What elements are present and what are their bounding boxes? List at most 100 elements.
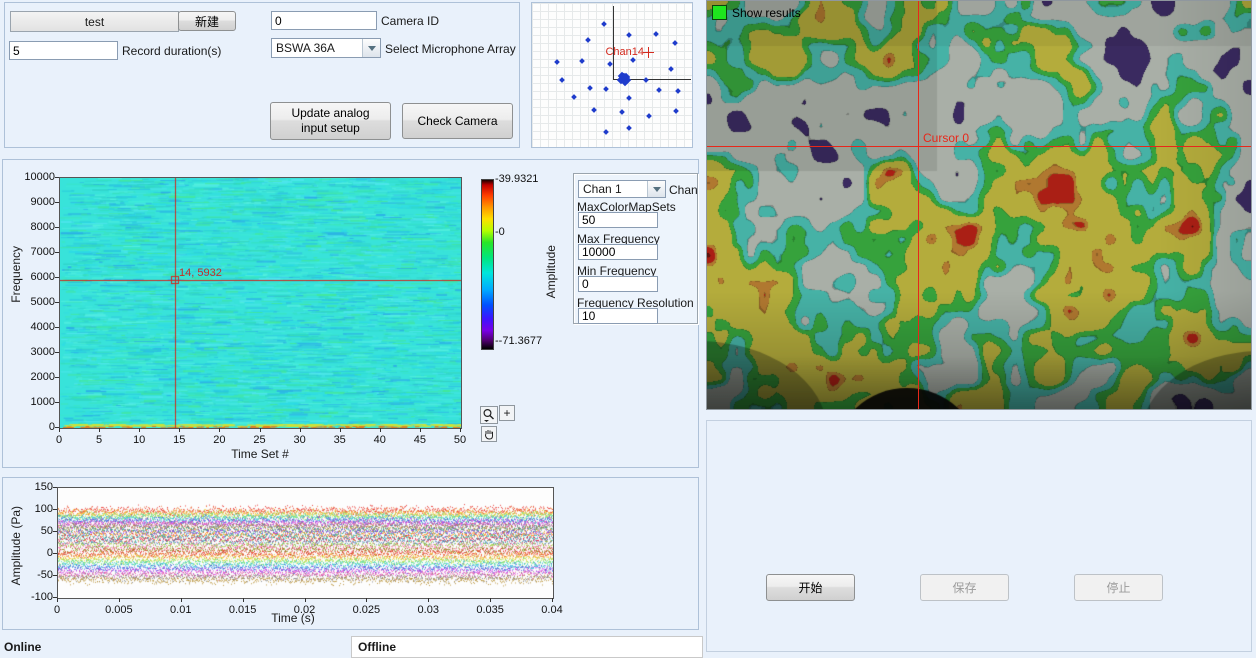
- camera-id-input[interactable]: [271, 11, 377, 30]
- axis-tick-label: 1000: [15, 396, 55, 408]
- mic-marker: [626, 125, 632, 131]
- record-duration-label: Record duration(s): [122, 44, 221, 58]
- mic-marker: [626, 95, 632, 101]
- chevron-down-icon[interactable]: [647, 181, 665, 197]
- stop-button[interactable]: 停止: [1074, 574, 1163, 601]
- frequency-resolution-input[interactable]: [578, 308, 658, 324]
- offline-status: Offline: [358, 640, 396, 654]
- mic-marker: [656, 87, 662, 93]
- mic-marker: [619, 109, 625, 115]
- axis-tick-mark: [55, 177, 59, 178]
- axis-tick-mark: [53, 487, 57, 488]
- axis-tick-label: 10000: [15, 171, 55, 183]
- axis-tick-label: 0.015: [221, 604, 265, 616]
- axis-tick-mark: [181, 598, 182, 602]
- colorbar-title: Amplitude: [544, 245, 558, 298]
- axis-tick-mark: [55, 402, 59, 403]
- axis-tick-mark: [340, 428, 341, 432]
- axis-tick-label: 5: [84, 434, 114, 446]
- start-button[interactable]: 开始: [766, 574, 855, 601]
- mic-marker: [626, 32, 632, 38]
- save-button[interactable]: 保存: [920, 574, 1009, 601]
- axis-tick-label: 40: [365, 434, 395, 446]
- channel-select-label: Chan: [669, 183, 698, 197]
- axis-tick-label: 0.005: [97, 604, 141, 616]
- axis-tick-label: 50: [15, 525, 53, 537]
- check-camera-button[interactable]: Check Camera: [402, 103, 513, 139]
- axis-tick-label: 20: [204, 434, 234, 446]
- show-results-checkbox[interactable]: [712, 5, 727, 20]
- camera-result-view[interactable]: Cursor 0 Show results: [706, 0, 1252, 410]
- axis-tick-mark: [243, 598, 244, 602]
- axis-tick-mark: [420, 428, 421, 432]
- online-status: Online: [4, 640, 41, 654]
- mic-marker: [603, 129, 609, 135]
- axis-tick-mark: [55, 277, 59, 278]
- mic-marker: [585, 37, 591, 43]
- axis-tick-label: 0: [15, 547, 53, 559]
- pan-tool-button[interactable]: [481, 426, 497, 442]
- axis-tick-label: 0.025: [344, 604, 388, 616]
- axis-tick-label: 45: [405, 434, 435, 446]
- spectrogram-frame: 14, 5932: [59, 177, 462, 429]
- zoom-tool-button[interactable]: [480, 406, 498, 424]
- image-cursor-vline[interactable]: [918, 1, 919, 409]
- mic-marker: [653, 31, 659, 37]
- axis-tick-label: 0.02: [283, 604, 327, 616]
- mic-marker: [571, 94, 577, 100]
- axis-tick-mark: [53, 575, 57, 576]
- spectrogram-plot[interactable]: [60, 178, 461, 428]
- axis-tick-mark: [53, 553, 57, 554]
- mic-marker: [675, 88, 681, 94]
- axis-tick-mark: [219, 428, 220, 432]
- axis-tick-label: 0.04: [530, 604, 574, 616]
- mic-array-plot[interactable]: Chan14: [531, 2, 693, 148]
- axis-tick-label: 10: [124, 434, 154, 446]
- project-name-box[interactable]: test: [10, 11, 179, 32]
- spectrogram-x-axis-label: Time Set #: [200, 447, 320, 461]
- acoustic-camera-app: test 新建 Camera ID Record duration(s) BSW…: [0, 0, 1256, 658]
- min-frequency-input[interactable]: [578, 276, 658, 292]
- waveform-frame: [57, 487, 554, 599]
- axis-tick-mark: [366, 598, 367, 602]
- axis-tick-mark: [57, 598, 58, 602]
- axis-tick-mark: [55, 252, 59, 253]
- mic-array-value: BSWA 36A: [276, 41, 335, 55]
- chevron-down-icon[interactable]: [362, 39, 380, 57]
- mic-array-label: Select Microphone Array: [385, 42, 516, 56]
- spectrogram-panel: Frequency 14, 5932 Time Set # -39.9321 -…: [2, 159, 699, 468]
- image-cursor-hline[interactable]: [707, 146, 1251, 147]
- mic-marker: [668, 66, 674, 72]
- axis-tick-mark: [59, 428, 60, 432]
- axis-tick-label: 0: [35, 604, 79, 616]
- axis-tick-label: 9000: [15, 196, 55, 208]
- colorbar-max-tick: -39.9321: [495, 173, 538, 185]
- axis-tick-mark: [552, 598, 553, 602]
- max-frequency-input[interactable]: [578, 244, 658, 260]
- axis-tick-mark: [428, 598, 429, 602]
- axis-tick-mark: [55, 352, 59, 353]
- new-project-button[interactable]: 新建: [178, 11, 236, 31]
- mic-marker: [672, 40, 678, 46]
- axis-tick-mark: [305, 598, 306, 602]
- axis-tick-label: 30: [285, 434, 315, 446]
- update-analog-input-button[interactable]: Update analog input setup: [270, 102, 391, 140]
- record-duration-input[interactable]: [9, 41, 118, 60]
- cursor-tool-button[interactable]: +: [499, 405, 515, 421]
- mic-marker: [603, 86, 609, 92]
- hand-icon: [483, 428, 495, 440]
- waveform-plot[interactable]: [58, 488, 553, 598]
- project-name: test: [85, 15, 104, 29]
- maxcolormapsets-input[interactable]: [578, 212, 658, 228]
- image-cursor-label: Cursor 0: [923, 131, 969, 145]
- mic-marker: [673, 108, 679, 114]
- channel-select[interactable]: Chan 1: [578, 180, 666, 198]
- axis-tick-label: 35: [325, 434, 355, 446]
- axis-tick-mark: [380, 428, 381, 432]
- axis-tick-mark: [119, 598, 120, 602]
- axis-tick-label: 25: [245, 434, 275, 446]
- axis-tick-mark: [179, 428, 180, 432]
- beamforming-heatmap[interactable]: [707, 1, 1251, 409]
- axis-tick-label: 50: [445, 434, 475, 446]
- mic-array-select[interactable]: BSWA 36A: [271, 38, 381, 58]
